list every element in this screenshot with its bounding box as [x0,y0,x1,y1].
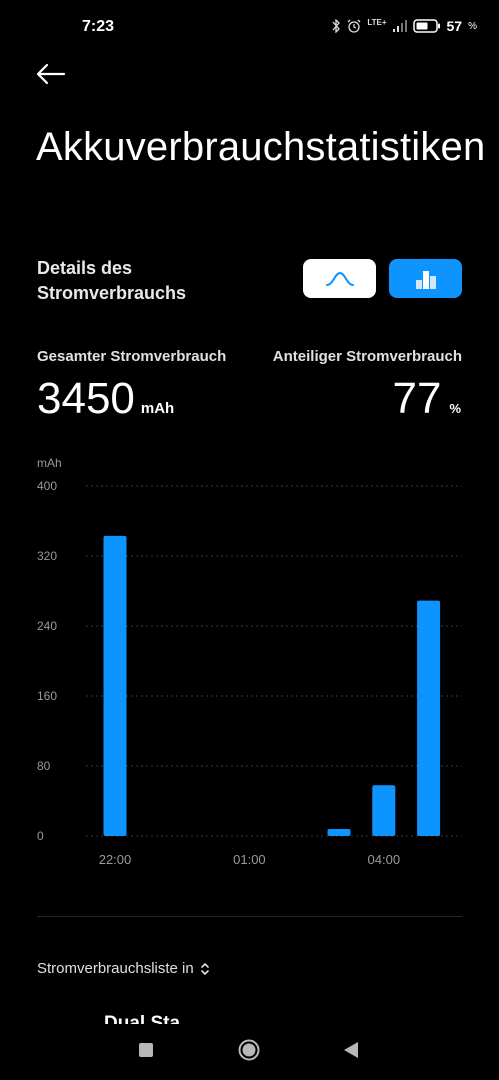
curve-chart-icon [325,271,354,286]
battery-percent-sign: % [468,20,477,32]
network-type: LTE+ [367,17,387,27]
bar [327,829,351,836]
list-selector-label: Stromverbrauchsliste in [37,960,194,977]
page-title: Akkuverbrauchstatistiken [36,125,486,169]
alarm-icon [347,19,361,33]
home-circle-icon [238,1039,260,1061]
nav-back-button[interactable] [343,1041,359,1059]
x-tick-label: 01:00 [233,852,266,867]
share-unit: % [449,401,461,416]
sort-chevrons-icon [200,962,209,975]
y-tick-label: 0 [37,829,44,843]
share-consumption-label: Anteiliger Stromverbrauch [272,348,462,365]
bar-chart-icon [415,270,436,289]
details-section-title: Details des Stromverbrauchs [37,258,187,303]
total-consumption-label: Gesamter Stromverbrauch [37,348,227,365]
y-tick-label: 80 [37,759,51,773]
bar [103,535,127,836]
battery-icon [412,19,440,33]
y-tick-label: 400 [37,479,57,493]
y-tick-label: 240 [37,619,57,633]
bar [372,785,396,836]
total-value: 3450 [37,374,135,423]
battery-percent: 57 [446,18,463,34]
x-tick-label: 22:00 [99,852,132,867]
x-tick-label: 04:00 [368,852,401,867]
divider [37,916,462,917]
bar [417,600,441,836]
curve-view-button[interactable] [303,259,376,298]
bluetooth-icon [332,19,341,33]
bar-view-button[interactable] [389,259,462,298]
y-tick-label: 320 [37,549,57,563]
signal-icon [392,20,407,32]
triangle-back-icon [344,1042,358,1058]
consumption-bar-chart: mAh 400 320 240 160 80 0 22:00 01:00 04:00 [37,456,462,867]
arrow-left-icon [36,63,66,85]
recents-button[interactable] [139,1043,153,1057]
share-consumption-value: 77 % [392,374,461,424]
list-sort-selector[interactable]: Stromverbrauchsliste in [37,960,210,977]
y-axis-unit-label: mAh [37,456,62,470]
back-button[interactable] [34,62,74,98]
status-icons: LTE+ 57 % [331,18,477,34]
total-consumption-value: 3450 mAh [37,374,174,424]
share-value: 77 [392,374,442,423]
home-button[interactable] [238,1039,260,1061]
y-tick-label: 160 [37,689,57,703]
status-time: 7:23 [82,18,115,35]
total-unit: mAh [140,400,175,417]
list-item-partial[interactable]: Dual Sta... [104,1012,196,1024]
